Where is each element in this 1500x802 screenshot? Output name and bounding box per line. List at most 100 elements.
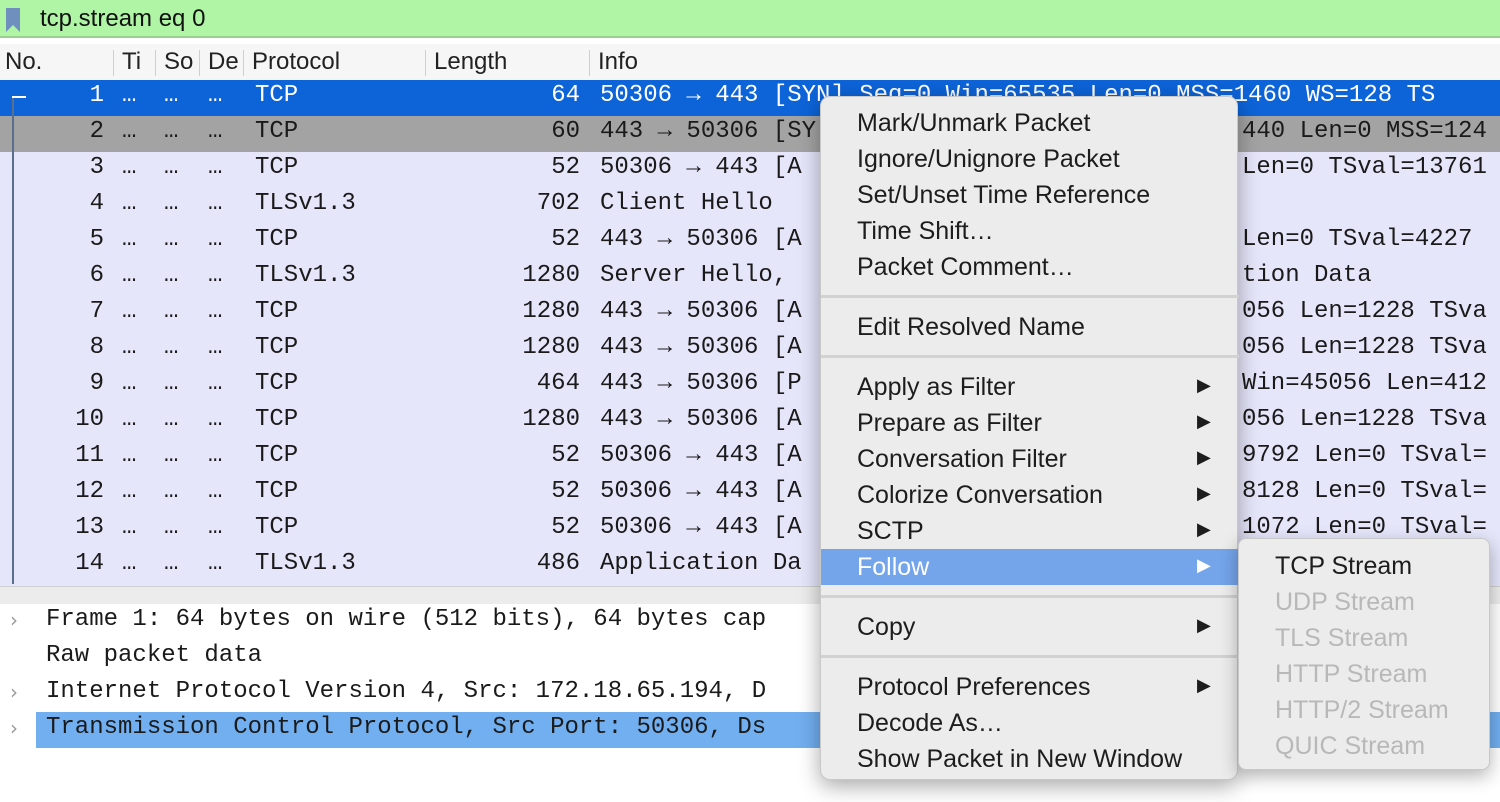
display-filter-input[interactable]: tcp.stream eq 0: [40, 5, 205, 33]
menu-item-colorize-conversation[interactable]: Colorize Conversation ▶: [821, 477, 1239, 513]
packet-destination: …: [208, 406, 223, 433]
column-no[interactable]: No.: [5, 48, 105, 76]
packet-info: 50306 → 443 [A: [600, 478, 802, 505]
menu-item-protocol-preferences[interactable]: Protocol Preferences ▶: [821, 669, 1239, 705]
packet-destination: …: [208, 262, 223, 289]
conversation-start-tick: [12, 96, 26, 98]
conversation-bracket: [12, 96, 14, 584]
packet-protocol: TCP: [255, 370, 299, 397]
packet-source: …: [164, 550, 179, 577]
menu-item-prepare-as-filter[interactable]: Prepare as Filter ▶: [821, 405, 1239, 441]
chevron-right-icon[interactable]: ›: [10, 716, 30, 740]
menu-item-label: Copy: [857, 613, 916, 641]
packet-destination: …: [208, 370, 223, 397]
column-info[interactable]: Info: [598, 48, 798, 76]
table-row[interactable]: 4 … … … TLSv1.3 702 Client Hello: [0, 188, 1500, 224]
packet-length: 1280: [522, 298, 580, 325]
packet-no: 14: [75, 550, 104, 577]
bookmark-icon[interactable]: [6, 8, 20, 32]
menu-item-set-unset-time-reference[interactable]: Set/Unset Time Reference: [821, 177, 1239, 213]
packet-list[interactable]: 1………TCP6450306 → 443 [SYN] Seq=0 Win=655…: [0, 80, 1500, 586]
packet-info-tail: 056 Len=1228 TSva: [1242, 298, 1487, 325]
table-row[interactable]: 1………TCP6450306 → 443 [SYN] Seq=0 Win=655…: [0, 80, 1500, 116]
packet-destination: …: [208, 118, 223, 145]
table-row[interactable]: 9 … … … TCP 464 443 → 50306 [P Win=45056 Len=41…: [0, 368, 1500, 404]
packet-source: …: [164, 514, 179, 541]
packet-list-header: No. Ti So De Protocol Length Info: [0, 44, 1500, 81]
menu-item-apply-as-filter[interactable]: Apply as Filter ▶: [821, 369, 1239, 405]
packet-protocol: TCP: [255, 478, 299, 505]
menu-item-label: Prepare as Filter: [857, 409, 1042, 437]
menu-item-ignore-unignore-packet[interactable]: Ignore/Unignore Packet: [821, 141, 1239, 177]
packet-destination: …: [208, 154, 223, 181]
menu-separator: [821, 355, 1239, 358]
packet-info: Client Hello: [600, 190, 773, 217]
packet-no: 13: [75, 514, 104, 541]
packet-length: 702: [536, 190, 580, 217]
follow-submenu: TCP Stream UDP Stream TLS Stream HTTP Strea…: [1238, 538, 1490, 770]
packet-time: …: [122, 370, 137, 397]
table-row[interactable]: 8 … … … TCP 1280 443 → 50306 [A 056 Len=1228 TS…: [0, 332, 1500, 368]
packet-no: 8: [89, 334, 104, 361]
table-row[interactable]: 5 … … … TCP 52 443 → 50306 [A Len=0 TSval=4227: [0, 224, 1500, 260]
packet-time: …: [122, 478, 137, 505]
column-protocol[interactable]: Protocol: [252, 48, 422, 76]
column-length[interactable]: Length: [434, 48, 584, 76]
packet-info-tail: 056 Len=1228 TSva: [1242, 406, 1487, 433]
packet-length: 64: [551, 82, 580, 109]
menu-item-label: Follow: [857, 553, 930, 581]
chevron-right-icon[interactable]: ›: [10, 680, 30, 704]
packet-source: …: [164, 226, 179, 253]
packet-protocol: TCP: [255, 514, 299, 541]
menu-item-decode-as[interactable]: Decode As…: [821, 705, 1239, 741]
packet-no: 12: [75, 478, 104, 505]
detail-text: Transmission Control Protocol, Src Port:…: [46, 714, 767, 741]
menu-item-copy[interactable]: Copy ▶: [821, 609, 1239, 645]
follow-tls-stream: TLS Stream: [1239, 620, 1491, 656]
packet-protocol: TLSv1.3: [255, 262, 356, 289]
display-filter-bar[interactable]: tcp.stream eq 0: [0, 0, 1500, 38]
packet-length: 1280: [522, 262, 580, 289]
submenu-item-label: HTTP Stream: [1275, 660, 1428, 688]
menu-item-edit-resolved-name[interactable]: Edit Resolved Name: [821, 309, 1239, 345]
menu-item-show-packet-in-new-window[interactable]: Show Packet in New Window: [821, 741, 1239, 777]
chevron-right-icon[interactable]: ›: [10, 608, 30, 632]
menu-item-sctp[interactable]: SCTP ▶: [821, 513, 1239, 549]
column-time[interactable]: Ti: [122, 48, 152, 76]
table-row[interactable]: 2 … … … TCP 60 443 → 50306 [SY 440 Len=0 MSS=12…: [0, 116, 1500, 152]
packet-length: 52: [551, 514, 580, 541]
menu-item-follow[interactable]: Follow ▶: [821, 549, 1239, 585]
packet-length: 52: [551, 442, 580, 469]
packet-info: Server Hello,: [600, 262, 788, 289]
menu-separator: [821, 595, 1239, 598]
menu-item-time-shift[interactable]: Time Shift…: [821, 213, 1239, 249]
packet-context-menu: Mark/Unmark Packet Ignore/Unignore Packet…: [820, 96, 1239, 780]
packet-time: …: [122, 190, 137, 217]
menu-item-mark-unmark-packet[interactable]: Mark/Unmark Packet: [821, 105, 1239, 141]
packet-protocol: TCP: [255, 334, 299, 361]
packet-destination: …: [208, 550, 223, 577]
table-row[interactable]: 12 … … … TCP 52 50306 → 443 [A 8128 Len=0 TSval…: [0, 476, 1500, 512]
table-row[interactable]: 10 … … … TCP 1280 443 → 50306 [A 056 Len=1228 T…: [0, 404, 1500, 440]
column-source[interactable]: So: [164, 48, 194, 76]
packet-time: …: [122, 406, 137, 433]
menu-item-conversation-filter[interactable]: Conversation Filter ▶: [821, 441, 1239, 477]
packet-destination: …: [208, 298, 223, 325]
column-destination[interactable]: De: [208, 48, 238, 76]
packet-info-tail: 440 Len=0 MSS=124: [1242, 118, 1487, 145]
packet-protocol: TCP: [255, 442, 299, 469]
table-row[interactable]: 3 … … … TCP 52 50306 → 443 [A Len=0 TSval=13761: [0, 152, 1500, 188]
packet-no: 2: [89, 118, 104, 145]
packet-no: 5: [89, 226, 104, 253]
table-row[interactable]: 7 … … … TCP 1280 443 → 50306 [A 056 Len=1228 TS…: [0, 296, 1500, 332]
menu-item-label: Colorize Conversation: [857, 481, 1103, 509]
table-row[interactable]: 6 … … … TLSv1.3 1280 Server Hello, tion Data: [0, 260, 1500, 296]
menu-item-packet-comment[interactable]: Packet Comment…: [821, 249, 1239, 285]
table-row[interactable]: 11 … … … TCP 52 50306 → 443 [A 9792 Len=0 TSval…: [0, 440, 1500, 476]
follow-tcp-stream[interactable]: TCP Stream: [1239, 548, 1491, 584]
menu-item-label: Conversation Filter: [857, 445, 1067, 473]
packet-time: …: [122, 514, 137, 541]
follow-udp-stream: UDP Stream: [1239, 584, 1491, 620]
packet-length: 52: [551, 478, 580, 505]
packet-info-tail: 9792 Len=0 TSval=: [1242, 442, 1487, 469]
